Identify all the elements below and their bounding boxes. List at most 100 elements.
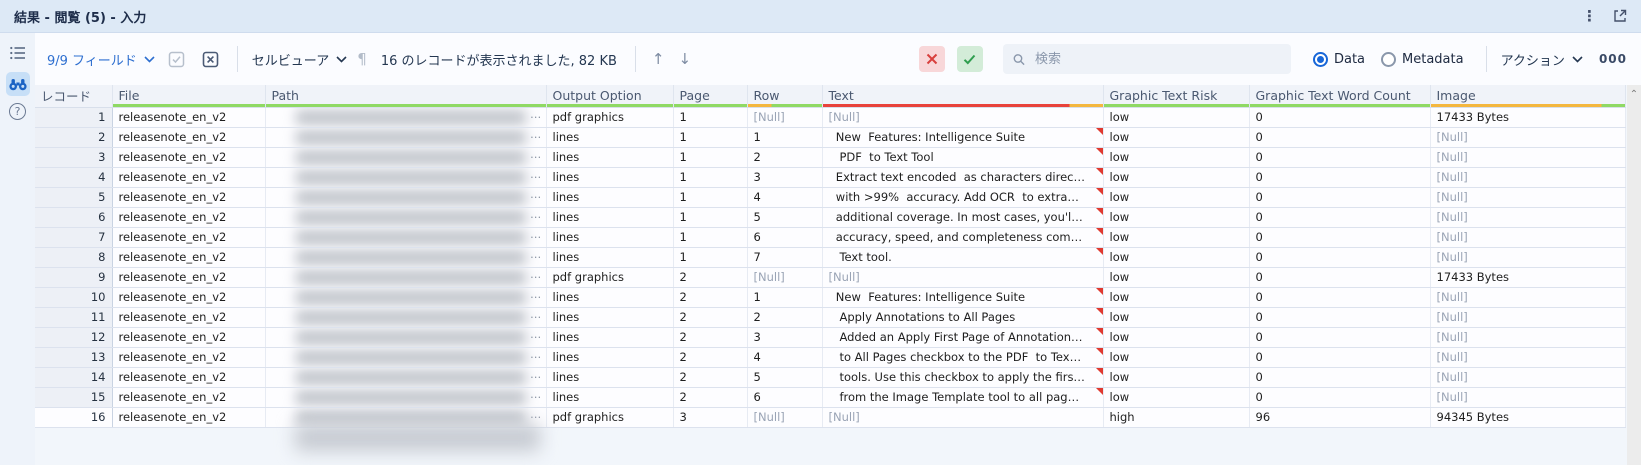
cell-path[interactable]: ⋯	[265, 327, 547, 348]
cell-file[interactable]: releasenote_en_v2	[112, 307, 266, 328]
x-box-icon[interactable]	[199, 47, 223, 71]
column-header-text[interactable]: Text	[822, 85, 1104, 108]
cell-count[interactable]: 0	[1249, 187, 1431, 208]
cell-image[interactable]: [Null]	[1430, 227, 1626, 248]
cell-image[interactable]: 94345 Bytes	[1430, 407, 1626, 428]
cell-risk[interactable]: low	[1103, 267, 1250, 288]
cell-text[interactable]: [Null]	[822, 107, 1104, 128]
cell-file[interactable]: releasenote_en_v2	[112, 327, 266, 348]
cell-row[interactable]: [Null]	[747, 107, 823, 128]
cell-file[interactable]: releasenote_en_v2	[112, 287, 266, 308]
cell-record[interactable]: 8	[35, 247, 113, 268]
cell-file[interactable]: releasenote_en_v2	[112, 187, 266, 208]
cell-output[interactable]: lines	[546, 307, 674, 328]
cell-risk[interactable]: low	[1103, 107, 1250, 128]
column-header-count[interactable]: Graphic Text Word Count	[1249, 85, 1431, 108]
cell-record[interactable]: 2	[35, 127, 113, 148]
cell-count[interactable]: 0	[1249, 347, 1431, 368]
cell-page[interactable]: 2	[673, 267, 748, 288]
cell-record[interactable]: 15	[35, 387, 113, 408]
cell-record[interactable]: 3	[35, 147, 113, 168]
cell-path[interactable]: ⋯	[265, 267, 547, 288]
cell-image[interactable]: [Null]	[1430, 187, 1626, 208]
cell-count[interactable]: 0	[1249, 247, 1431, 268]
cell-path[interactable]: ⋯	[265, 347, 547, 368]
check-mark-button[interactable]	[956, 46, 983, 72]
cell-page[interactable]: 2	[673, 287, 748, 308]
cell-record[interactable]: 6	[35, 207, 113, 228]
cell-row[interactable]: 7	[747, 247, 823, 268]
cell-record[interactable]: 10	[35, 287, 113, 308]
column-header-image[interactable]: Image	[1430, 85, 1626, 108]
cell-row[interactable]: 3	[747, 167, 823, 188]
cell-file[interactable]: releasenote_en_v2	[112, 347, 266, 368]
cell-record[interactable]: 13	[35, 347, 113, 368]
cell-record[interactable]: 12	[35, 327, 113, 348]
column-header-output[interactable]: Output Option	[546, 85, 674, 108]
cell-path[interactable]: ⋯	[265, 147, 547, 168]
cell-image[interactable]: [Null]	[1430, 327, 1626, 348]
cell-file[interactable]: releasenote_en_v2	[112, 407, 266, 428]
cell-text[interactable]: New Features: Intelligence Suite	[822, 127, 1104, 148]
cell-file[interactable]: releasenote_en_v2	[112, 247, 266, 268]
cell-count[interactable]: 0	[1249, 307, 1431, 328]
down-arrow-button[interactable]: ↓	[676, 50, 693, 68]
cell-risk[interactable]: low	[1103, 167, 1250, 188]
cell-count[interactable]: 0	[1249, 127, 1431, 148]
cell-image[interactable]: 17433 Bytes	[1430, 107, 1626, 128]
cell-row[interactable]: 3	[747, 327, 823, 348]
cell-file[interactable]: releasenote_en_v2	[112, 107, 266, 128]
cell-text[interactable]: PDF to Text Tool	[822, 147, 1104, 168]
cell-file[interactable]: releasenote_en_v2	[112, 127, 266, 148]
cell-page[interactable]: 1	[673, 147, 748, 168]
cell-count[interactable]: 0	[1249, 227, 1431, 248]
cell-output[interactable]: lines	[546, 387, 674, 408]
cell-row[interactable]: [Null]	[747, 267, 823, 288]
cell-risk[interactable]: low	[1103, 287, 1250, 308]
cell-count[interactable]: 0	[1249, 287, 1431, 308]
cell-text[interactable]: [Null]	[822, 407, 1104, 428]
cell-text[interactable]: Apply Annotations to All Pages	[822, 307, 1104, 328]
cell-output[interactable]: lines	[546, 347, 674, 368]
cell-record[interactable]: 9	[35, 267, 113, 288]
cell-record[interactable]: 14	[35, 367, 113, 388]
cell-output[interactable]: pdf graphics	[546, 107, 674, 128]
cell-output[interactable]: lines	[546, 207, 674, 228]
cell-viewer-dropdown[interactable]: セルビューア	[252, 50, 347, 69]
cell-image[interactable]: 17433 Bytes	[1430, 267, 1626, 288]
cell-path[interactable]: ⋯	[265, 187, 547, 208]
cell-path[interactable]: ⋯	[265, 227, 547, 248]
cell-row[interactable]: 6	[747, 387, 823, 408]
cell-page[interactable]: 1	[673, 207, 748, 228]
scrollbar-up-caret-icon[interactable]: ⌃	[1630, 89, 1638, 465]
cell-page[interactable]: 2	[673, 347, 748, 368]
cell-risk[interactable]: low	[1103, 207, 1250, 228]
checkmark-box-icon[interactable]	[165, 47, 189, 71]
cell-path[interactable]: ⋯	[265, 287, 547, 308]
radio-metadata[interactable]: Metadata	[1381, 51, 1464, 67]
cell-output[interactable]: lines	[546, 147, 674, 168]
fields-dropdown[interactable]: 9/9 フィールド	[47, 50, 155, 69]
cell-record[interactable]: 11	[35, 307, 113, 328]
cell-count[interactable]: 0	[1249, 107, 1431, 128]
column-header-risk[interactable]: Graphic Text Risk	[1103, 85, 1250, 108]
pilcrow-icon[interactable]: ¶	[357, 50, 367, 68]
cell-record[interactable]: 1	[35, 107, 113, 128]
cell-risk[interactable]: low	[1103, 127, 1250, 148]
cell-output[interactable]: lines	[546, 187, 674, 208]
cell-record[interactable]: 4	[35, 167, 113, 188]
cell-image[interactable]: [Null]	[1430, 287, 1626, 308]
cell-text[interactable]: to All Pages checkbox to the PDF to Tex…	[822, 347, 1104, 368]
column-header-record[interactable]: レコード	[35, 85, 113, 108]
cell-output[interactable]: lines	[546, 247, 674, 268]
cell-file[interactable]: releasenote_en_v2	[112, 207, 266, 228]
cell-risk[interactable]: low	[1103, 367, 1250, 388]
cell-row[interactable]: 6	[747, 227, 823, 248]
cell-row[interactable]: [Null]	[747, 407, 823, 428]
cell-image[interactable]: [Null]	[1430, 127, 1626, 148]
cell-record[interactable]: 16	[35, 407, 113, 428]
x-mark-button[interactable]	[918, 46, 945, 72]
column-header-row[interactable]: Row	[747, 85, 823, 108]
cell-page[interactable]: 3	[673, 407, 748, 428]
cell-risk[interactable]: low	[1103, 307, 1250, 328]
